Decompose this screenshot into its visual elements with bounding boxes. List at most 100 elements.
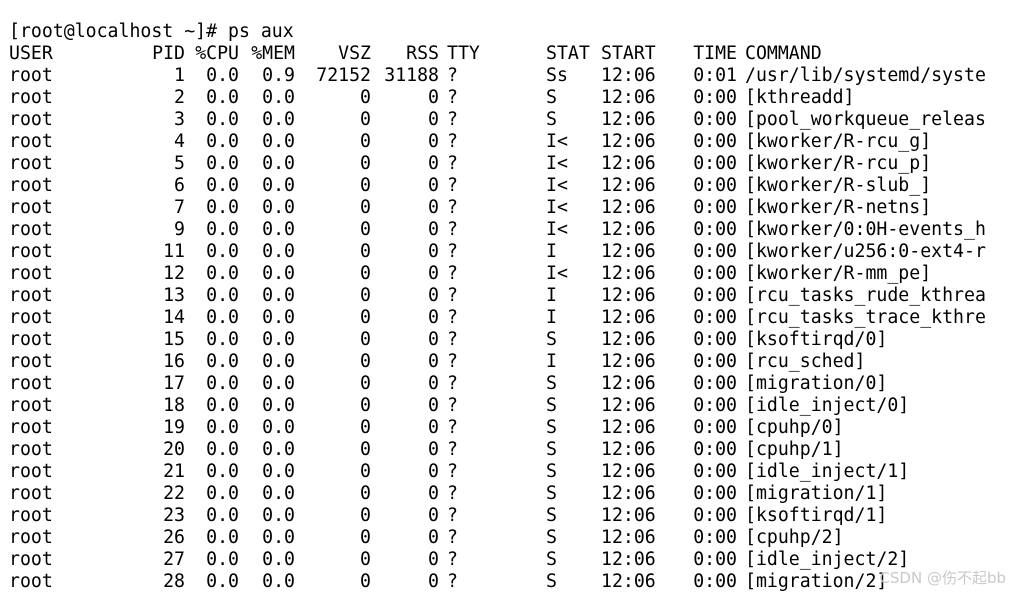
cell-pid: 3 <box>174 109 185 130</box>
column-header-command: COMMAND <box>745 43 822 64</box>
cell-start: 12:06 <box>601 395 656 416</box>
cell-command: [migration/0] <box>745 373 888 394</box>
cell-stat: S <box>546 395 557 416</box>
cell-cpu: 0.0 <box>206 395 239 416</box>
cell-vsz: 0 <box>360 285 371 306</box>
cell-rss: 0 <box>428 417 439 438</box>
cell-time: 0:00 <box>693 505 737 526</box>
cell-tty: ? <box>447 461 458 482</box>
cell-stat: I< <box>546 197 568 218</box>
cell-start: 12:06 <box>601 65 656 86</box>
cell-stat: S <box>546 87 557 108</box>
cell-mem: 0.0 <box>262 549 295 570</box>
cell-stat: Ss <box>546 65 568 86</box>
cell-cpu: 0.0 <box>206 175 239 196</box>
cell-vsz: 0 <box>360 329 371 350</box>
cell-start: 12:06 <box>601 241 656 262</box>
cell-time: 0:01 <box>693 65 737 86</box>
cell-cpu: 0.0 <box>206 439 239 460</box>
column-header-mem: %MEM <box>251 43 295 64</box>
cell-time: 0:00 <box>693 461 737 482</box>
cell-mem: 0.0 <box>262 373 295 394</box>
cell-start: 12:06 <box>601 505 656 526</box>
cell-cpu: 0.0 <box>206 505 239 526</box>
cell-time: 0:00 <box>693 549 737 570</box>
cell-start: 12:06 <box>601 461 656 482</box>
cell-cpu: 0.0 <box>206 285 239 306</box>
cell-tty: ? <box>447 527 458 548</box>
cell-time: 0:00 <box>693 307 737 328</box>
cell-user: root <box>9 439 53 460</box>
column-header-pid: PID <box>152 43 185 64</box>
cell-vsz: 0 <box>360 351 371 372</box>
cell-rss: 0 <box>428 241 439 262</box>
cell-tty: ? <box>447 373 458 394</box>
cell-tty: ? <box>447 219 458 240</box>
cell-user: root <box>9 417 53 438</box>
cell-vsz: 0 <box>360 505 371 526</box>
cell-time: 0:00 <box>693 417 737 438</box>
cell-vsz: 0 <box>360 131 371 152</box>
cell-command: [pool_workqueue_releas <box>745 109 986 130</box>
cell-start: 12:06 <box>601 571 656 592</box>
cell-start: 12:06 <box>601 175 656 196</box>
cell-cpu: 0.0 <box>206 241 239 262</box>
cell-tty: ? <box>447 395 458 416</box>
cell-command: [kworker/R-rcu_p] <box>745 153 932 174</box>
cell-user: root <box>9 263 53 284</box>
cell-stat: S <box>546 527 557 548</box>
cell-time: 0:00 <box>693 175 737 196</box>
cell-time: 0:00 <box>693 373 737 394</box>
cell-tty: ? <box>447 197 458 218</box>
cell-user: root <box>9 483 53 504</box>
cell-rss: 31188 <box>384 65 439 86</box>
cell-stat: S <box>546 549 557 570</box>
cell-command: [kworker/R-slub_] <box>745 175 932 196</box>
cell-start: 12:06 <box>601 153 656 174</box>
cell-pid: 26 <box>163 527 185 548</box>
cell-stat: S <box>546 417 557 438</box>
cell-stat: I <box>546 241 557 262</box>
cell-start: 12:06 <box>601 329 656 350</box>
cell-mem: 0.0 <box>262 329 295 350</box>
cell-vsz: 0 <box>360 571 371 592</box>
cell-vsz: 0 <box>360 175 371 196</box>
cell-user: root <box>9 307 53 328</box>
cell-tty: ? <box>447 175 458 196</box>
cell-stat: I< <box>546 263 568 284</box>
cell-rss: 0 <box>428 219 439 240</box>
cell-mem: 0.0 <box>262 395 295 416</box>
cell-tty: ? <box>447 417 458 438</box>
cell-command: [cpuhp/1] <box>745 439 844 460</box>
cell-command: [rcu_sched] <box>745 351 866 372</box>
column-header-tty: TTY <box>447 43 480 64</box>
cell-start: 12:06 <box>601 219 656 240</box>
cell-command: [ksoftirqd/0] <box>745 329 888 350</box>
cell-time: 0:00 <box>693 527 737 548</box>
cell-vsz: 0 <box>360 417 371 438</box>
cell-pid: 11 <box>163 241 185 262</box>
cell-time: 0:00 <box>693 263 737 284</box>
cell-pid: 7 <box>174 197 185 218</box>
cell-pid: 17 <box>163 373 185 394</box>
column-header-vsz: VSZ <box>338 43 371 64</box>
cell-time: 0:00 <box>693 483 737 504</box>
cell-rss: 0 <box>428 461 439 482</box>
watermark: CSDN @伤不起bb <box>879 569 1006 587</box>
cell-rss: 0 <box>428 153 439 174</box>
cell-user: root <box>9 549 53 570</box>
cell-cpu: 0.0 <box>206 571 239 592</box>
cell-rss: 0 <box>428 329 439 350</box>
cell-pid: 6 <box>174 175 185 196</box>
cell-tty: ? <box>447 263 458 284</box>
cell-user: root <box>9 527 53 548</box>
cell-command: [kworker/R-netns] <box>745 197 932 218</box>
cell-mem: 0.0 <box>262 131 295 152</box>
cell-cpu: 0.0 <box>206 131 239 152</box>
terminal-window[interactable]: [root@localhost ~]# ps aux USER PID %CPU %M… <box>0 0 1012 592</box>
cell-rss: 0 <box>428 263 439 284</box>
cell-user: root <box>9 461 53 482</box>
cell-cpu: 0.0 <box>206 373 239 394</box>
cell-rss: 0 <box>428 395 439 416</box>
cell-rss: 0 <box>428 131 439 152</box>
